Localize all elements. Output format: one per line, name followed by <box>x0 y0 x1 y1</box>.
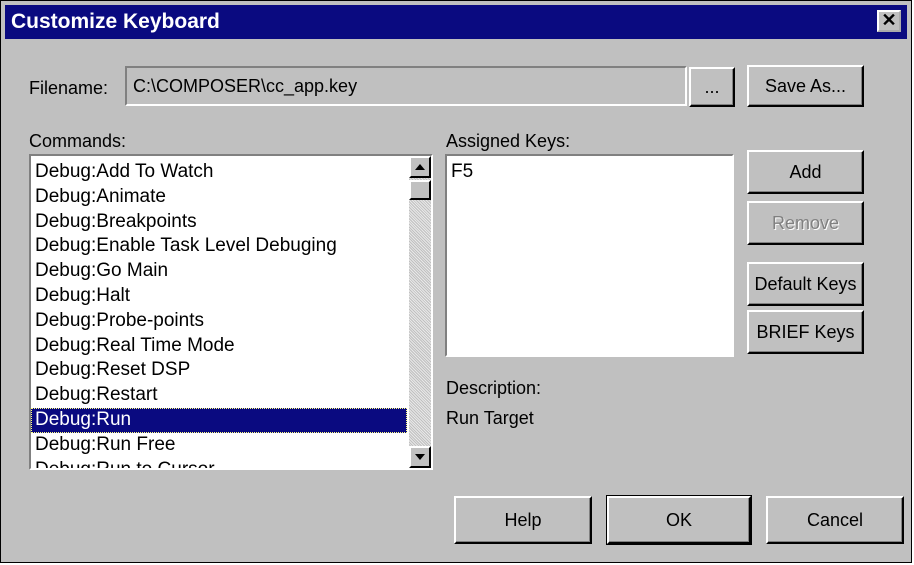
commands-items: Debug:Add To Watch Debug:Animate Debug:Bre… <box>31 160 407 468</box>
brief-keys-button[interactable]: BRIEF Keys <box>747 310 864 354</box>
help-button[interactable]: Help <box>454 496 592 544</box>
close-icon[interactable]: ✕ <box>877 10 901 32</box>
ok-button[interactable]: OK <box>606 495 752 545</box>
assigned-key-item[interactable]: F5 <box>447 160 732 185</box>
down-arrow-icon <box>415 454 425 460</box>
browse-button[interactable]: ... <box>689 67 735 107</box>
filename-value: C:\COMPOSER\cc_app.key <box>133 76 358 96</box>
command-item[interactable]: Debug:Real Time Mode <box>31 334 407 359</box>
default-keys-button[interactable]: Default Keys <box>747 262 864 306</box>
command-item[interactable]: Debug:Run <box>31 407 407 433</box>
scroll-down-button[interactable] <box>409 446 431 468</box>
title-bar[interactable]: Customize Keyboard ✕ <box>5 5 907 39</box>
command-item[interactable]: Debug:Go Main <box>31 259 407 284</box>
scroll-thumb[interactable] <box>409 180 431 200</box>
command-item[interactable]: Debug:Run Free <box>31 433 407 458</box>
commands-label: Commands: <box>29 131 127 151</box>
commands-scrollbar[interactable] <box>409 156 431 468</box>
filename-label: Filename: <box>29 78 109 98</box>
save-as-button[interactable]: Save As... <box>747 65 864 107</box>
command-item[interactable]: Debug:Run to Cursor <box>31 458 407 468</box>
scroll-up-button[interactable] <box>409 156 431 178</box>
command-item[interactable]: Debug:Animate <box>31 185 407 210</box>
command-item[interactable]: Debug:Restart <box>31 383 407 408</box>
filename-field[interactable]: C:\COMPOSER\cc_app.key <box>125 66 687 106</box>
description-label: Description: <box>446 378 542 398</box>
window-title: Customize Keyboard <box>11 10 220 33</box>
command-item[interactable]: Debug:Probe-points <box>31 309 407 334</box>
assigned-keys-label: Assigned Keys: <box>446 131 571 151</box>
command-item[interactable]: Debug:Reset DSP <box>31 358 407 383</box>
command-item[interactable]: Debug:Halt <box>31 284 407 309</box>
command-item[interactable]: Debug:Breakpoints <box>31 210 407 235</box>
remove-button[interactable]: Remove <box>747 201 864 245</box>
up-arrow-icon <box>415 164 425 170</box>
assigned-keys-list[interactable]: F5 <box>445 154 734 357</box>
description-value: Run Target <box>446 408 534 428</box>
command-item[interactable]: Debug:Add To Watch <box>31 160 407 185</box>
add-button[interactable]: Add <box>747 150 864 194</box>
customize-keyboard-dialog: Customize Keyboard ✕ Filename: C:\COMPOS… <box>0 0 912 563</box>
commands-list[interactable]: Debug:Add To Watch Debug:Animate Debug:Bre… <box>29 154 433 470</box>
command-item[interactable]: Debug:Enable Task Level Debuging <box>31 234 407 259</box>
cancel-button[interactable]: Cancel <box>766 496 904 544</box>
